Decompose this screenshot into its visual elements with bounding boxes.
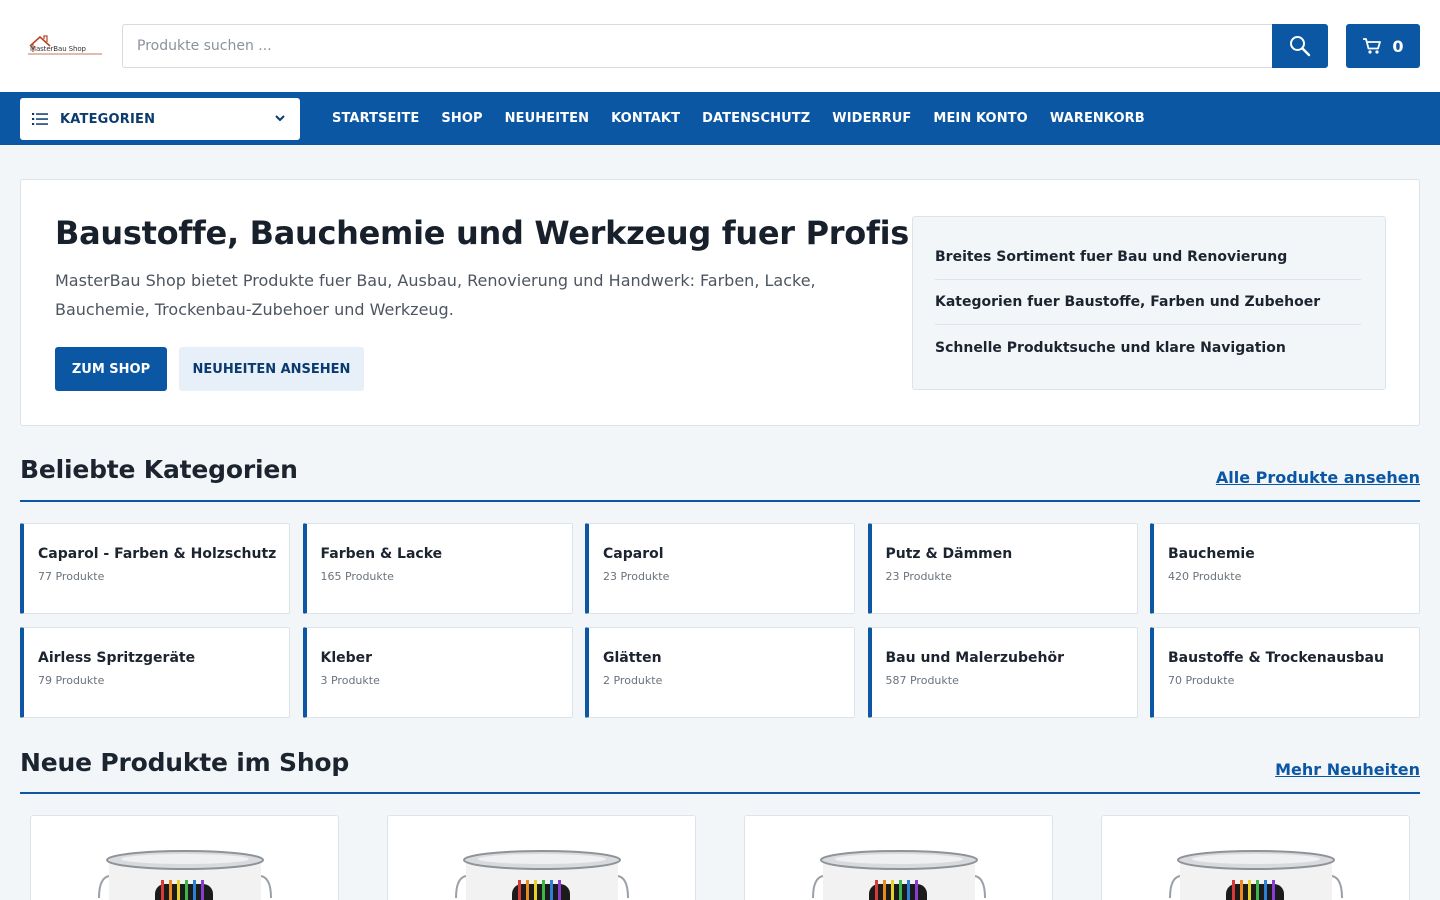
category-count: 23 Produkte [885, 570, 952, 583]
nav-link-widerruf[interactable]: WIDERRUF [832, 111, 911, 126]
category-card[interactable]: Glätten 2 Produkte [585, 627, 855, 718]
product-card[interactable] [744, 815, 1053, 900]
hero-title: Baustoffe, Bauchemie und Werkzeug fuer P… [55, 214, 909, 252]
category-card[interactable]: Kleber 3 Produkte [302, 627, 573, 718]
categories-heading: Beliebte Kategorien [20, 455, 298, 484]
list-icon [32, 113, 48, 125]
category-card[interactable]: Putz & Dämmen 23 Produkte [867, 523, 1138, 614]
category-card[interactable]: Airless Spritzgeräte 79 Produkte [20, 627, 290, 718]
more-new-link[interactable]: Mehr Neuheiten [1275, 760, 1420, 779]
category-count: 79 Produkte [38, 674, 105, 687]
shop-button[interactable]: ZUM SHOP [55, 347, 167, 391]
category-count: 77 Produkte [38, 570, 105, 583]
nav-link-neuheiten[interactable]: NEUHEITEN [505, 111, 589, 126]
category-name: Airless Spritzgeräte [38, 650, 196, 666]
category-name: Kleber [320, 650, 373, 666]
category-count: 3 Produkte [320, 674, 380, 687]
category-name: Caparol - Farben & Holzschutz [38, 546, 277, 562]
category-card[interactable]: Baustoffe & Trockenausbau 70 Produkte [1150, 627, 1420, 718]
view-new-button[interactable]: NEUHEITEN ANSEHEN [179, 347, 364, 391]
category-name: Bauchemie [1168, 546, 1255, 562]
category-grid: Caparol - Farben & Holzschutz 77 Produkte… [20, 523, 1420, 718]
paint-bucket-icon [98, 850, 272, 900]
feature-item: Kategorien fuer Baustoffe, Farben und Zu… [935, 280, 1361, 325]
categories-label: KATEGORIEN [60, 111, 156, 127]
categories-dropdown[interactable]: KATEGORIEN [20, 98, 300, 140]
cart-button[interactable]: 0 [1346, 24, 1420, 68]
cart-icon [1363, 38, 1382, 54]
site-logo[interactable]: MasterBau Shop [26, 32, 106, 60]
nav-link-startseite[interactable]: STARTSEITE [332, 111, 419, 126]
nav-links: STARTSEITE SHOP NEUHEITEN KONTAKT DATENS… [332, 92, 1167, 145]
category-name: Farben & Lacke [320, 546, 443, 562]
paint-bucket-icon [455, 850, 629, 900]
feature-box: Breites Sortiment fuer Bau und Renovieru… [912, 216, 1386, 390]
search-input[interactable] [122, 24, 1272, 68]
nav-link-mein-konto[interactable]: MEIN KONTO [933, 111, 1027, 126]
category-card[interactable]: Caparol - Farben & Holzschutz 77 Produkte [20, 523, 290, 614]
category-count: 23 Produkte [603, 570, 670, 583]
paint-bucket-icon [812, 850, 986, 900]
nav-link-datenschutz[interactable]: DATENSCHUTZ [702, 111, 810, 126]
category-count: 420 Produkte [1168, 570, 1242, 583]
category-name: Bau und Malerzubehör [885, 650, 1065, 666]
cart-count: 0 [1392, 36, 1404, 56]
feature-item: Breites Sortiment fuer Bau und Renovieru… [935, 235, 1361, 280]
category-count: 2 Produkte [603, 674, 663, 687]
site-header: MasterBau Shop 0 [0, 0, 1440, 92]
category-count: 70 Produkte [1168, 674, 1235, 687]
category-name: Putz & Dämmen [885, 546, 1013, 562]
all-products-link[interactable]: Alle Produkte ansehen [1216, 468, 1420, 487]
nav-link-warenkorb[interactable]: WARENKORB [1050, 111, 1145, 126]
main-navigation: KATEGORIEN STARTSEITE SHOP NEUHEITEN KON… [0, 92, 1440, 145]
product-grid [30, 815, 1410, 900]
category-card[interactable]: Bauchemie 420 Produkte [1150, 523, 1420, 614]
category-name: Glätten [603, 650, 662, 666]
hero-section: Baustoffe, Bauchemie und Werkzeug fuer P… [20, 179, 1420, 426]
category-card[interactable]: Bau und Malerzubehör 587 Produkte [867, 627, 1138, 718]
feature-item: Schnelle Produktsuche und klare Navigati… [935, 339, 1286, 356]
search-button[interactable] [1272, 24, 1328, 68]
category-card[interactable]: Farben & Lacke 165 Produkte [302, 523, 573, 614]
product-card[interactable] [30, 815, 339, 900]
section-divider [20, 792, 1420, 794]
category-name: Caparol [603, 546, 664, 562]
paint-bucket-icon [1169, 850, 1343, 900]
product-card[interactable] [1101, 815, 1410, 900]
logo-text: MasterBau Shop [30, 45, 86, 53]
nav-link-shop[interactable]: SHOP [441, 111, 482, 126]
category-count: 165 Produkte [320, 570, 394, 583]
category-card[interactable]: Caparol 23 Produkte [585, 523, 855, 614]
chevron-down-icon [275, 115, 285, 122]
hero-text: MasterBau Shop bietet Produkte fuer Bau,… [55, 271, 816, 319]
search-icon [1290, 36, 1311, 57]
product-card[interactable] [387, 815, 696, 900]
category-name: Baustoffe & Trockenausbau [1168, 650, 1384, 666]
section-divider [20, 500, 1420, 502]
category-count: 587 Produkte [885, 674, 959, 687]
new-products-heading: Neue Produkte im Shop [20, 748, 350, 777]
nav-link-kontakt[interactable]: KONTAKT [611, 111, 680, 126]
